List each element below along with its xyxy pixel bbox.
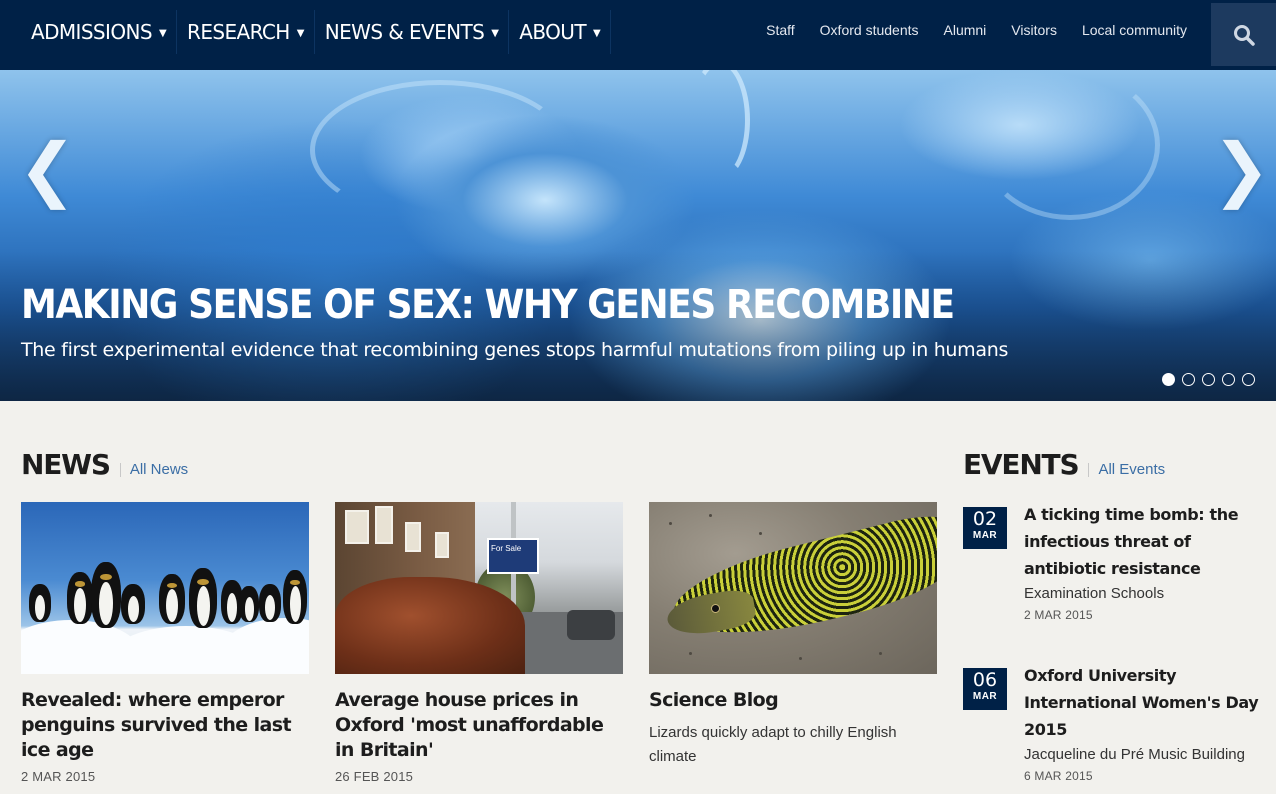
street-image[interactable]: For Sale xyxy=(335,502,623,674)
blog-description[interactable]: Lizards quickly adapt to chilly English … xyxy=(649,721,937,769)
carousel-dot-3[interactable] xyxy=(1202,373,1215,386)
news-card[interactable]: For Sale Average house prices in Oxford … xyxy=(335,502,623,784)
hero-image-detail xyxy=(310,80,570,220)
audience-links: Staff Oxford students Alumni Visitors Lo… xyxy=(766,22,1187,38)
news-header: NEWS All News xyxy=(21,448,188,481)
hero-subtitle: The first experimental evidence that rec… xyxy=(21,339,1009,361)
nav-admissions[interactable]: ADMISSIONS ▼ xyxy=(0,10,178,54)
caret-down-icon: ▼ xyxy=(592,27,601,39)
event-day: 06 xyxy=(972,669,998,691)
event-date-badge: 02 MAR xyxy=(963,507,1007,549)
news-card[interactable]: Science Blog Lizards quickly adapt to ch… xyxy=(649,502,937,769)
carousel-prev-button[interactable]: ❮ xyxy=(18,128,77,210)
lizard-image[interactable] xyxy=(649,502,937,674)
link-local-community[interactable]: Local community xyxy=(1082,22,1187,38)
for-sale-sign: For Sale xyxy=(487,538,539,574)
news-title: NEWS xyxy=(21,448,111,481)
blog-headline[interactable]: Science Blog xyxy=(649,688,937,713)
nav-research[interactable]: RESEARCH ▼ xyxy=(177,10,315,54)
carousel-dot-5[interactable] xyxy=(1242,373,1255,386)
news-headline[interactable]: Revealed: where emperor penguins survive… xyxy=(21,688,309,763)
link-alumni[interactable]: Alumni xyxy=(944,22,987,38)
nav-about[interactable]: ABOUT ▼ xyxy=(509,10,612,54)
carousel-dot-2[interactable] xyxy=(1182,373,1195,386)
hero-title[interactable]: MAKING SENSE OF SEX: WHY GENES RECOMBINE xyxy=(21,282,955,328)
hero-image-detail xyxy=(690,70,750,180)
carousel-dot-4[interactable] xyxy=(1222,373,1235,386)
events-title: EVENTS xyxy=(963,448,1080,481)
event-venue: Jacqueline du Pré Music Building xyxy=(1024,746,1245,763)
link-oxford-students[interactable]: Oxford students xyxy=(820,22,919,38)
event-venue: Examination Schools xyxy=(1024,585,1165,602)
nav-news-events-label: NEWS & EVENTS xyxy=(324,20,485,44)
hero-image-detail xyxy=(980,70,1160,220)
main-menu: ADMISSIONS ▼ RESEARCH ▼ NEWS & EVENTS ▼ ABO… xyxy=(0,10,612,54)
all-news-link[interactable]: All News xyxy=(119,462,188,477)
top-navigation-bar: ADMISSIONS ▼ RESEARCH ▼ NEWS & EVENTS ▼ ABO… xyxy=(0,0,1276,70)
caret-down-icon: ▼ xyxy=(491,27,499,39)
search-button[interactable] xyxy=(1211,3,1276,66)
hero-carousel[interactable]: ❮ ❯ MAKING SENSE OF SEX: WHY GENES RECOM… xyxy=(0,70,1276,401)
event-month: MAR xyxy=(972,691,998,702)
event-title[interactable]: Oxford University International Women's … xyxy=(1024,662,1264,743)
event-title[interactable]: A ticking time bomb: the infectious thre… xyxy=(1024,501,1264,582)
carousel-pagination xyxy=(1162,373,1262,386)
events-header: EVENTS All Events xyxy=(963,448,1165,481)
link-visitors[interactable]: Visitors xyxy=(1011,22,1057,38)
caret-down-icon: ▼ xyxy=(158,27,167,39)
nav-about-label: ABOUT xyxy=(519,20,586,44)
search-icon xyxy=(1233,24,1255,46)
all-events-link[interactable]: All Events xyxy=(1088,462,1165,477)
news-date: 2 MAR 2015 xyxy=(21,769,96,784)
news-card[interactable]: Revealed: where emperor penguins survive… xyxy=(21,502,309,784)
event-day: 02 xyxy=(972,508,998,530)
carousel-next-button[interactable]: ❯ xyxy=(1212,128,1271,210)
nav-research-label: RESEARCH xyxy=(187,20,290,44)
news-headline[interactable]: Average house prices in Oxford 'most una… xyxy=(335,688,623,763)
event-date: 6 MAR 2015 xyxy=(1024,769,1093,783)
carousel-dot-1[interactable] xyxy=(1162,373,1175,386)
event-date-badge: 06 MAR xyxy=(963,668,1007,710)
news-date: 26 FEB 2015 xyxy=(335,769,414,784)
event-date: 2 MAR 2015 xyxy=(1024,608,1093,622)
penguins-image[interactable] xyxy=(21,502,309,674)
nav-admissions-label: ADMISSIONS xyxy=(31,20,153,44)
caret-down-icon: ▼ xyxy=(296,27,305,39)
event-month: MAR xyxy=(972,530,998,541)
link-staff[interactable]: Staff xyxy=(766,22,795,38)
nav-news-events[interactable]: NEWS & EVENTS ▼ xyxy=(315,10,510,54)
